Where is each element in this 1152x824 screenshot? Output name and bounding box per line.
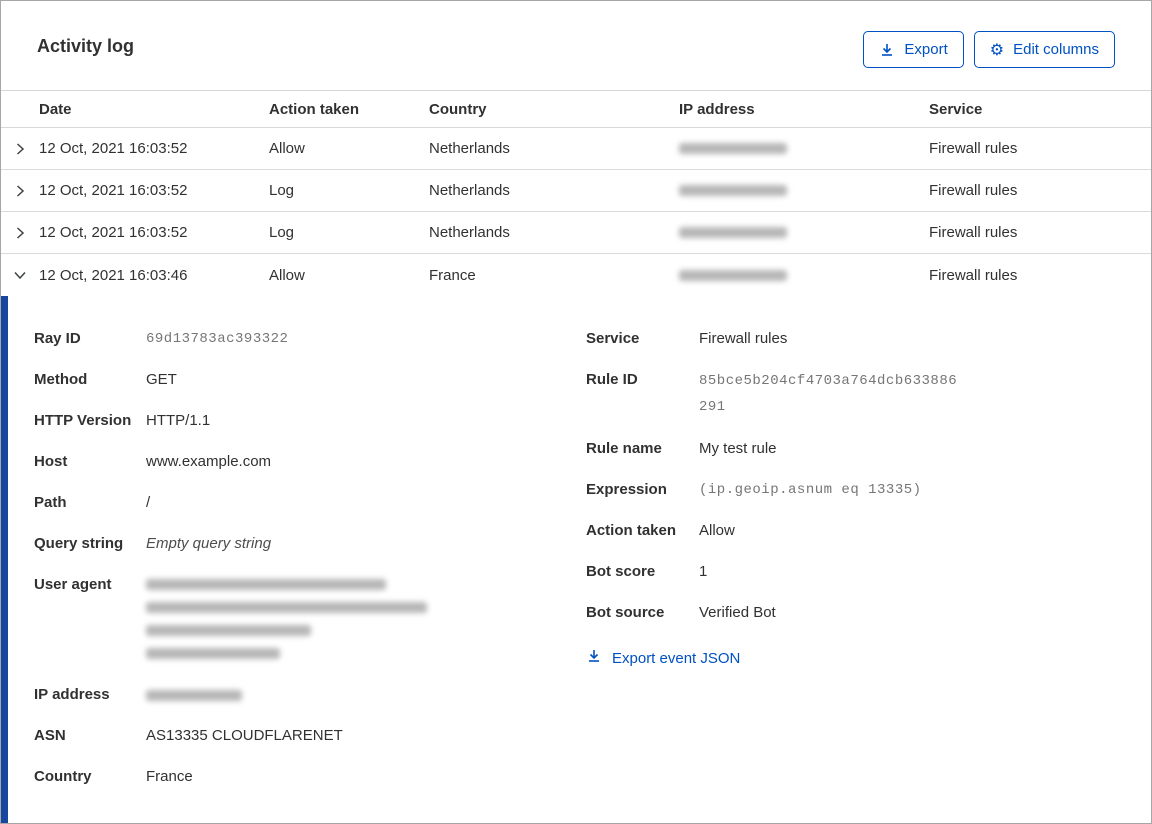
cell-country: France (429, 266, 476, 284)
download-icon (879, 42, 895, 58)
cell-date: 12 Oct, 2021 16:03:52 (39, 182, 188, 199)
detail-field-host: Host www.example.com (34, 453, 272, 470)
cell-service: Firewall rules (929, 140, 1018, 157)
column-header-service: Service (929, 100, 983, 118)
chevron-down-icon (14, 271, 26, 280)
table-row[interactable]: 12 Oct, 2021 16:03:52 Allow Netherlands … (1, 128, 1151, 170)
cell-ip-address-redacted (679, 143, 929, 154)
edit-columns-button[interactable]: ⚙︎ Edit columns (973, 31, 1115, 68)
detail-field-method: Method GET (34, 371, 177, 388)
cell-country: Netherlands (429, 182, 510, 199)
export-event-json-link[interactable]: Export event JSON (586, 648, 740, 668)
cell-date: 12 Oct, 2021 16:03:52 (39, 224, 188, 241)
detail-right-column: Service Firewall rules Rule ID 85bce5b20… (586, 327, 1151, 823)
cell-country: Netherlands (429, 224, 510, 241)
export-button-label: Export (904, 41, 948, 58)
download-icon (586, 648, 602, 668)
cell-action-taken: Log (269, 224, 295, 241)
table-header-row: Date Action taken Country IP address Ser… (1, 90, 1151, 128)
expand-row-button[interactable] (1, 183, 39, 199)
detail-field-user-agent: User agent (34, 573, 586, 665)
detail-field-country: Country France (34, 768, 193, 785)
detail-field-path: Path / (34, 494, 151, 511)
detail-field-http-version: HTTP Version HTTP/1.1 (34, 412, 211, 429)
cell-service: Firewall rules (929, 224, 1018, 241)
column-header-country: Country (429, 100, 487, 118)
detail-field-rule-name: Rule name My test rule (586, 440, 777, 457)
column-header-ip-address: IP address (679, 100, 755, 118)
page-title: Activity log (37, 36, 135, 56)
expand-row-button[interactable] (1, 225, 39, 241)
collapse-row-button[interactable] (1, 267, 39, 283)
chevron-right-icon (16, 184, 25, 197)
detail-field-service: Service Firewall rules (586, 330, 788, 347)
table-row[interactable]: 12 Oct, 2021 16:03:52 Log Netherlands Fi… (1, 212, 1151, 254)
chevron-right-icon (16, 226, 25, 239)
event-detail-panel: Ray ID 69d13783ac393322 Method GET HTTP … (1, 296, 1151, 823)
ip-address-redacted (146, 683, 242, 707)
detail-left-column: Ray ID 69d13783ac393322 Method GET HTTP … (34, 327, 586, 823)
chevron-right-icon (16, 142, 25, 155)
detail-field-ray-id: Ray ID 69d13783ac393322 (34, 330, 289, 347)
column-header-date: Date (39, 100, 72, 118)
cell-action-taken: Log (269, 182, 295, 199)
toolbar: Export ⚙︎ Edit columns (863, 31, 1115, 68)
detail-field-asn: ASN AS13335 CLOUDFLARENET (34, 727, 343, 744)
table-row[interactable]: 12 Oct, 2021 16:03:52 Log Netherlands Fi… (1, 170, 1151, 212)
gear-icon: ⚙︎ (989, 39, 1005, 59)
cell-ip-address-redacted (679, 185, 929, 196)
cell-country: Netherlands (429, 140, 510, 157)
activity-log-panel: Activity log Export ⚙︎ Edit columns Date… (0, 0, 1152, 824)
detail-field-ip-address: IP address (34, 683, 586, 707)
topbar: Activity log Export ⚙︎ Edit columns (1, 1, 1151, 68)
cell-service: Firewall rules (929, 182, 1018, 199)
cell-service: Firewall rules (929, 266, 1018, 284)
cell-date: 12 Oct, 2021 16:03:46 (39, 266, 188, 284)
export-event-json-label: Export event JSON (612, 649, 741, 667)
cell-date: 12 Oct, 2021 16:03:52 (39, 140, 188, 157)
export-button[interactable]: Export (863, 31, 964, 68)
detail-field-expression: Expression (ip.geoip.asnum eq 13335) (586, 481, 922, 498)
detail-field-action-taken: Action taken Allow (586, 522, 735, 539)
cell-ip-address-redacted (679, 269, 929, 281)
user-agent-redacted (146, 573, 427, 665)
expand-row-button[interactable] (1, 141, 39, 157)
detail-field-query-string: Query string Empty query string (34, 535, 272, 552)
table-row-expanded[interactable]: 12 Oct, 2021 16:03:46 Allow France Firew… (1, 254, 1151, 296)
detail-field-bot-source: Bot source Verified Bot (586, 604, 776, 621)
detail-field-rule-id: Rule ID 85bce5b204cf4703a764dcb633886291 (586, 371, 958, 415)
column-header-action-taken: Action taken (269, 100, 360, 118)
cell-action-taken: Allow (269, 266, 305, 284)
cell-action-taken: Allow (269, 140, 305, 157)
edit-columns-button-label: Edit columns (1013, 41, 1099, 58)
activity-table: Date Action taken Country IP address Ser… (1, 90, 1151, 823)
detail-field-bot-score: Bot score 1 (586, 563, 708, 580)
cell-ip-address-redacted (679, 227, 929, 238)
